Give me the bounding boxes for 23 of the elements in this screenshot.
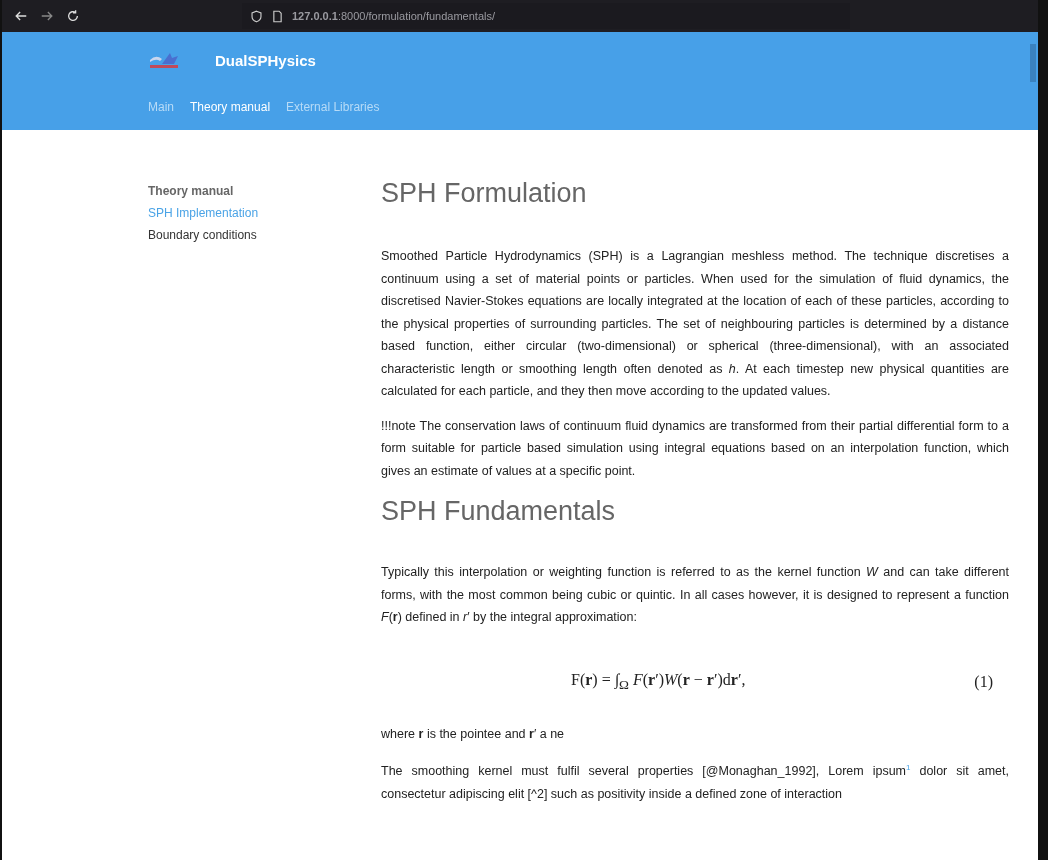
site-title[interactable]: DualSPHysics [215, 51, 316, 69]
reload-icon[interactable] [66, 9, 80, 23]
paragraph: where r is the pointee and r′ a ne [381, 725, 566, 743]
shield-icon [250, 9, 263, 23]
equation-number: (1) [974, 672, 993, 691]
sidebar-link[interactable]: Boundary conditions [148, 228, 381, 242]
forward-arrow-icon[interactable] [40, 9, 54, 23]
sidebar-heading[interactable]: Theory manual [148, 184, 381, 198]
page-icon [271, 9, 284, 23]
back-arrow-icon[interactable] [14, 9, 28, 23]
nav-tab[interactable]: Theory manual [190, 100, 271, 114]
nav-tab[interactable]: External Libraries [286, 100, 380, 114]
section-heading: SPH Formulation [381, 178, 588, 209]
section-heading: SPH Fundamentals [381, 496, 617, 527]
scrollbar-thumb[interactable] [1030, 44, 1036, 82]
sidebar-link[interactable]: SPH Implementation [148, 206, 381, 220]
url-text: 127.0.0.1:8000/formulation/fundamentals/ [292, 10, 496, 22]
nav-tab[interactable]: Main [148, 100, 174, 114]
paragraph: !!!note The conservation laws of continuum fluid dynamics are transformed from their partial differential form to a form suitable for particle based simulation using integral equations based on an interpolation function, which gives an estimate of values at a specific point. [381, 417, 1009, 480]
paragraph: Smoothed Particle Hydrodynamics (SPH) is a Lagrangian meshless method. The technique discretises a continuum using a set of material points or particles. When used for the simulation of fluid dynamics, the discretised Navier-Stokes equations are locally integrated at the location of each of these particles, according to the physical properties of surrounding particles. The set of neighbouring particles is determined by a distance based function, either circular (two-dimensional) or spherical (three-dimensional), with an associated characteristic length or smoothing length often denoted as h. At each timestep new physical quantities are calculated for each particle, and they then move according to the updated values. [381, 248, 1009, 400]
paragraph: Typically this interpolation or weighting function is referred to as the kernel function W and can take different forms, with the most common being cubic or quintic. In all cases however, it is designed to represent a function F(r) defined in r′ by the integral approximation: [381, 564, 1009, 626]
equation: F(r) = ∫$_{Ω}$ F(r′)W(r − r′)dr′, [571, 670, 746, 693]
paragraph: The smoothing kernel must fulfil several properties [@Monaghan_1992], Lorem ipsum$^{1}$ dolor sit amet, consectetur adipiscing elit [^2] such as positivity inside a defined zone of interaction [381, 762, 1009, 803]
